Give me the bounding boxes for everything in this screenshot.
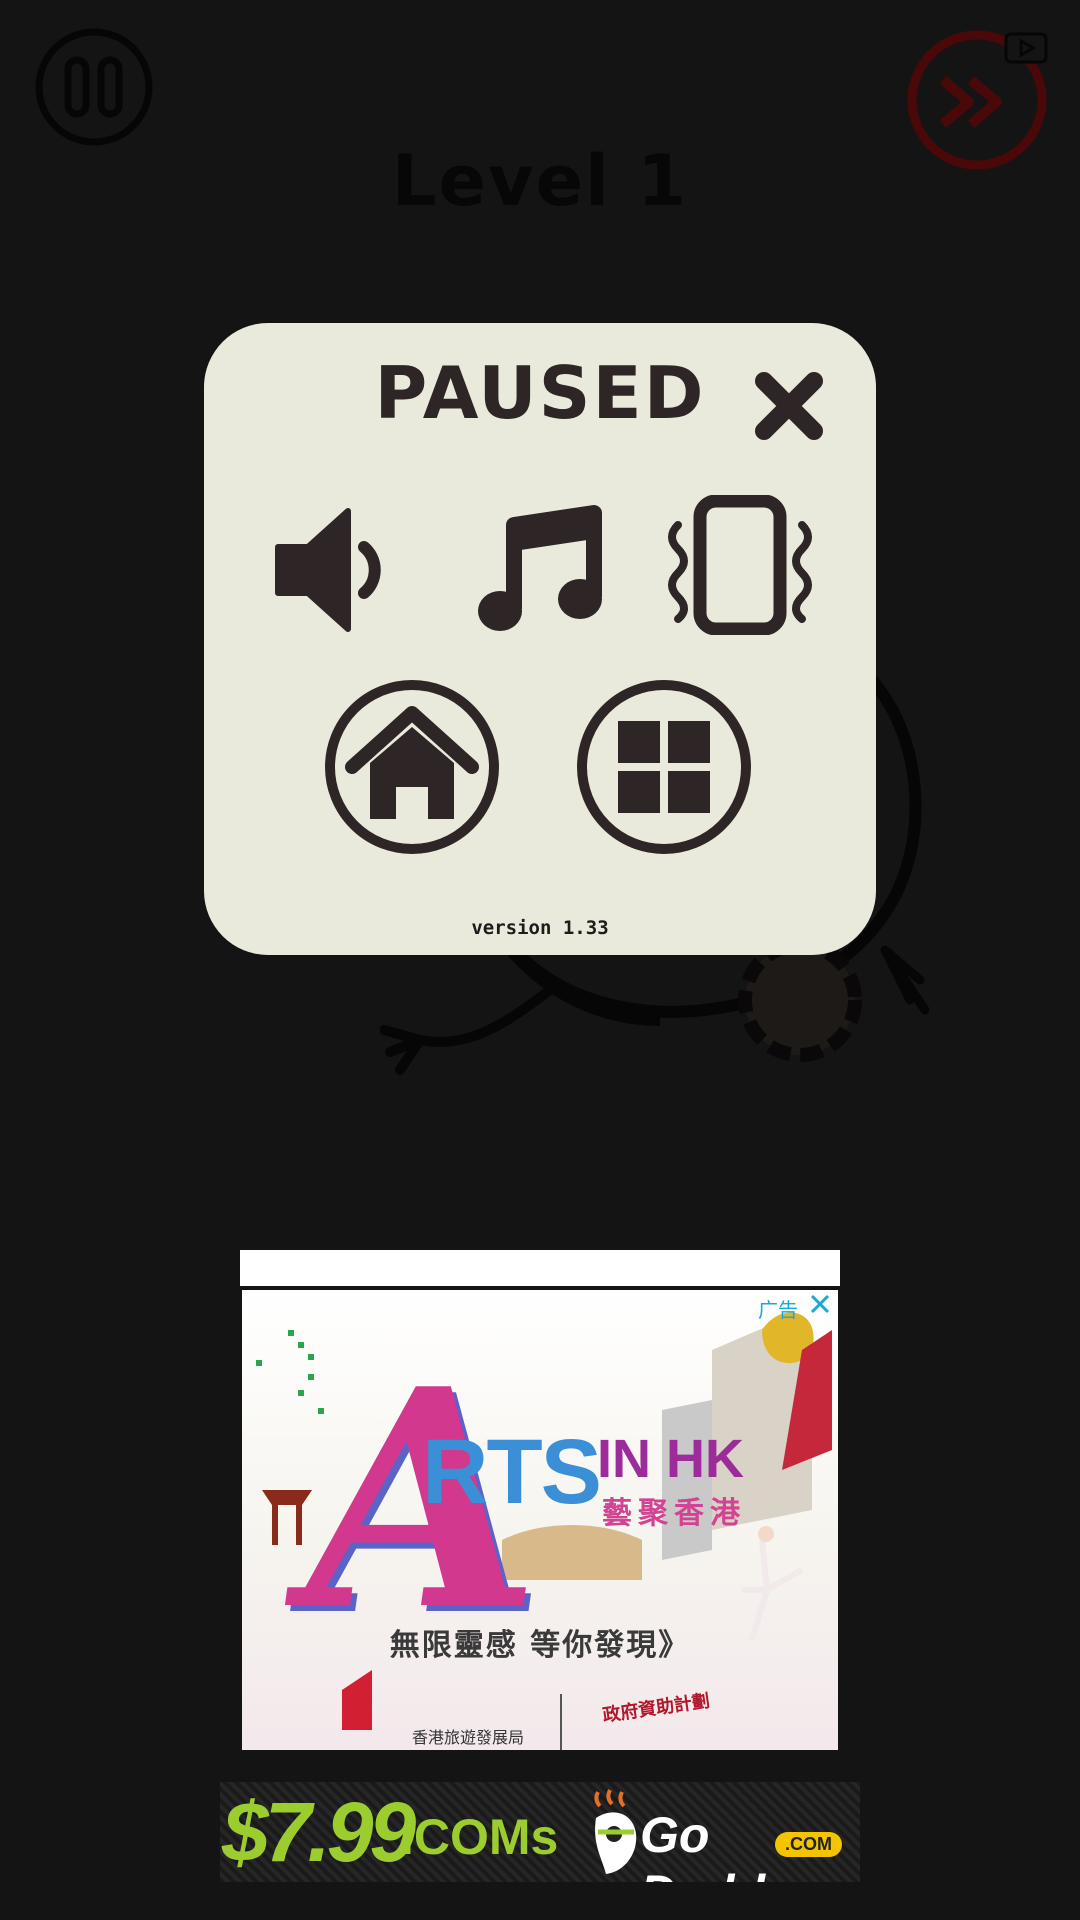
vibration-icon[interactable] [660, 495, 820, 635]
ad-top-strip [240, 1250, 840, 1286]
sound-icon[interactable] [274, 505, 404, 635]
ad-headline-rts: RTS [422, 1421, 602, 1523]
pause-button[interactable] [35, 28, 153, 146]
level-title: Level 1 [391, 140, 689, 222]
music-icon[interactable] [476, 505, 606, 635]
ad-chinese-subtitle: 藝聚香港 [602, 1496, 746, 1531]
ad-org-left: 香港旅遊發展局 [412, 1728, 525, 1747]
ad-domain-text: .COMs [400, 1809, 559, 1865]
version-label: version 1.33 [471, 917, 609, 939]
pause-dialog: PAUSED version 1.33 [204, 323, 876, 955]
ad-banner[interactable]: 广告 A RTS IN HK 藝聚香港 無限靈感 等你發現》 香港旅遊發展局 政… [242, 1290, 838, 1750]
godaddy-mascot-icon [594, 1789, 637, 1874]
home-icon[interactable] [324, 679, 500, 855]
ad-dotcom-badge: .COM [775, 1832, 842, 1857]
level-grid-icon[interactable] [576, 679, 752, 855]
ad-label: 广告 [758, 1298, 798, 1322]
ad-tagline: 無限靈感 等你發現》 [389, 1628, 691, 1663]
ad-close-icon[interactable] [808, 1292, 832, 1316]
ad-price: $7.99 [222, 1785, 416, 1879]
close-icon[interactable] [752, 369, 826, 443]
ad-headline-inhk: IN HK [597, 1429, 744, 1489]
godaddy-ad-banner[interactable]: $7.99 .COMs Go Daddy .COM [220, 1782, 860, 1882]
ad-divider [560, 1694, 562, 1750]
